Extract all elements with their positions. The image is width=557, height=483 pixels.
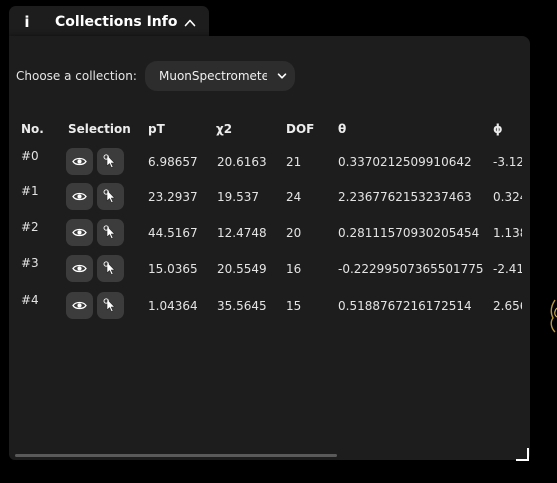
horizontal-scrollbar[interactable] bbox=[15, 454, 337, 457]
cell-phi: 1.138 bbox=[493, 226, 522, 240]
cell-pt: 1.04364 bbox=[148, 299, 198, 313]
column-header-chi2: χ2 bbox=[216, 122, 233, 136]
pick-track-button[interactable] bbox=[97, 255, 124, 282]
cell-pt: 23.2937 bbox=[148, 190, 198, 204]
cell-no: #1 bbox=[21, 184, 39, 198]
view-track-button[interactable] bbox=[66, 255, 93, 282]
collection-select[interactable]: MuonSpectrometer bbox=[145, 61, 295, 91]
cell-dof: 16 bbox=[286, 262, 302, 276]
cell-theta: 0.5188767216172514 bbox=[338, 299, 472, 313]
cell-pt: 15.0365 bbox=[148, 262, 198, 276]
panel-title: Collections Info bbox=[55, 14, 178, 30]
pick-track-button[interactable] bbox=[97, 292, 124, 319]
cell-chi2: 12.4748 bbox=[217, 226, 267, 240]
cell-theta: 2.2367762153237463 bbox=[338, 190, 472, 204]
collections-panel: Choose a collection: MuonSpectrometer No… bbox=[9, 36, 530, 460]
cell-chi2: 19.537 bbox=[217, 190, 259, 204]
column-header-phi: ϕ bbox=[493, 122, 503, 136]
column-header-dof: DOF bbox=[286, 122, 315, 136]
column-header-theta: θ bbox=[338, 122, 347, 136]
table-row: #0 6.98657 20.6163 21 0.3370212509910642 -3.1… bbox=[9, 148, 530, 178]
cell-theta: 0.3370212509910642 bbox=[338, 155, 472, 169]
cell-dof: 21 bbox=[286, 155, 302, 169]
cell-phi: 0.324 bbox=[493, 190, 522, 204]
cell-phi: -2.41 bbox=[493, 262, 522, 276]
table-row: #3 15.0365 20.5549 16 -0.22299507365501775 -2… bbox=[9, 255, 530, 285]
view-track-button[interactable] bbox=[66, 292, 93, 319]
pick-track-button[interactable] bbox=[97, 219, 124, 246]
cell-no: #2 bbox=[21, 220, 39, 234]
view-track-button[interactable] bbox=[66, 148, 93, 175]
background-ornament bbox=[550, 299, 557, 333]
chevron-down-icon bbox=[277, 73, 287, 79]
cell-dof: 15 bbox=[286, 299, 302, 313]
cell-no: #3 bbox=[21, 256, 39, 270]
cell-theta: -0.22299507365501775 bbox=[338, 262, 484, 276]
pick-track-button[interactable] bbox=[97, 183, 124, 210]
cell-pt: 6.98657 bbox=[148, 155, 198, 169]
cell-phi: -3.12 bbox=[493, 155, 522, 169]
cell-no: #4 bbox=[21, 293, 39, 307]
cell-phi: 2.656 bbox=[493, 299, 522, 313]
resize-corner-icon[interactable] bbox=[514, 446, 530, 462]
cell-dof: 20 bbox=[286, 226, 302, 240]
cell-chi2: 35.5645 bbox=[217, 299, 267, 313]
column-header-no: No. bbox=[21, 122, 44, 136]
view-track-button[interactable] bbox=[66, 219, 93, 246]
cell-chi2: 20.6163 bbox=[217, 155, 267, 169]
table-row: #2 44.5167 12.4748 20 0.28111570930205454 1.1… bbox=[9, 219, 530, 249]
chevron-up-icon[interactable] bbox=[184, 17, 196, 29]
app-root: i Collections Info Choose a collection: … bbox=[0, 0, 557, 483]
collection-label: Choose a collection: bbox=[16, 69, 137, 83]
panel-tab[interactable]: i Collections Info bbox=[9, 6, 209, 40]
view-track-button[interactable] bbox=[66, 183, 93, 210]
info-icon: i bbox=[24, 13, 30, 31]
collection-select-value: MuonSpectrometer bbox=[159, 69, 267, 83]
cell-dof: 24 bbox=[286, 190, 302, 204]
column-header-pt: pT bbox=[148, 122, 165, 136]
cell-pt: 44.5167 bbox=[148, 226, 198, 240]
cell-chi2: 20.5549 bbox=[217, 262, 267, 276]
pick-track-button[interactable] bbox=[97, 148, 124, 175]
column-header-selection: Selection bbox=[68, 122, 131, 136]
cell-theta: 0.28111570930205454 bbox=[338, 226, 480, 240]
table-row: #4 1.04364 35.5645 15 0.5188767216172514 2.65… bbox=[9, 292, 530, 322]
table-row: #1 23.2937 19.537 24 2.2367762153237463 0.324 bbox=[9, 183, 530, 213]
cell-no: #0 bbox=[21, 149, 39, 163]
